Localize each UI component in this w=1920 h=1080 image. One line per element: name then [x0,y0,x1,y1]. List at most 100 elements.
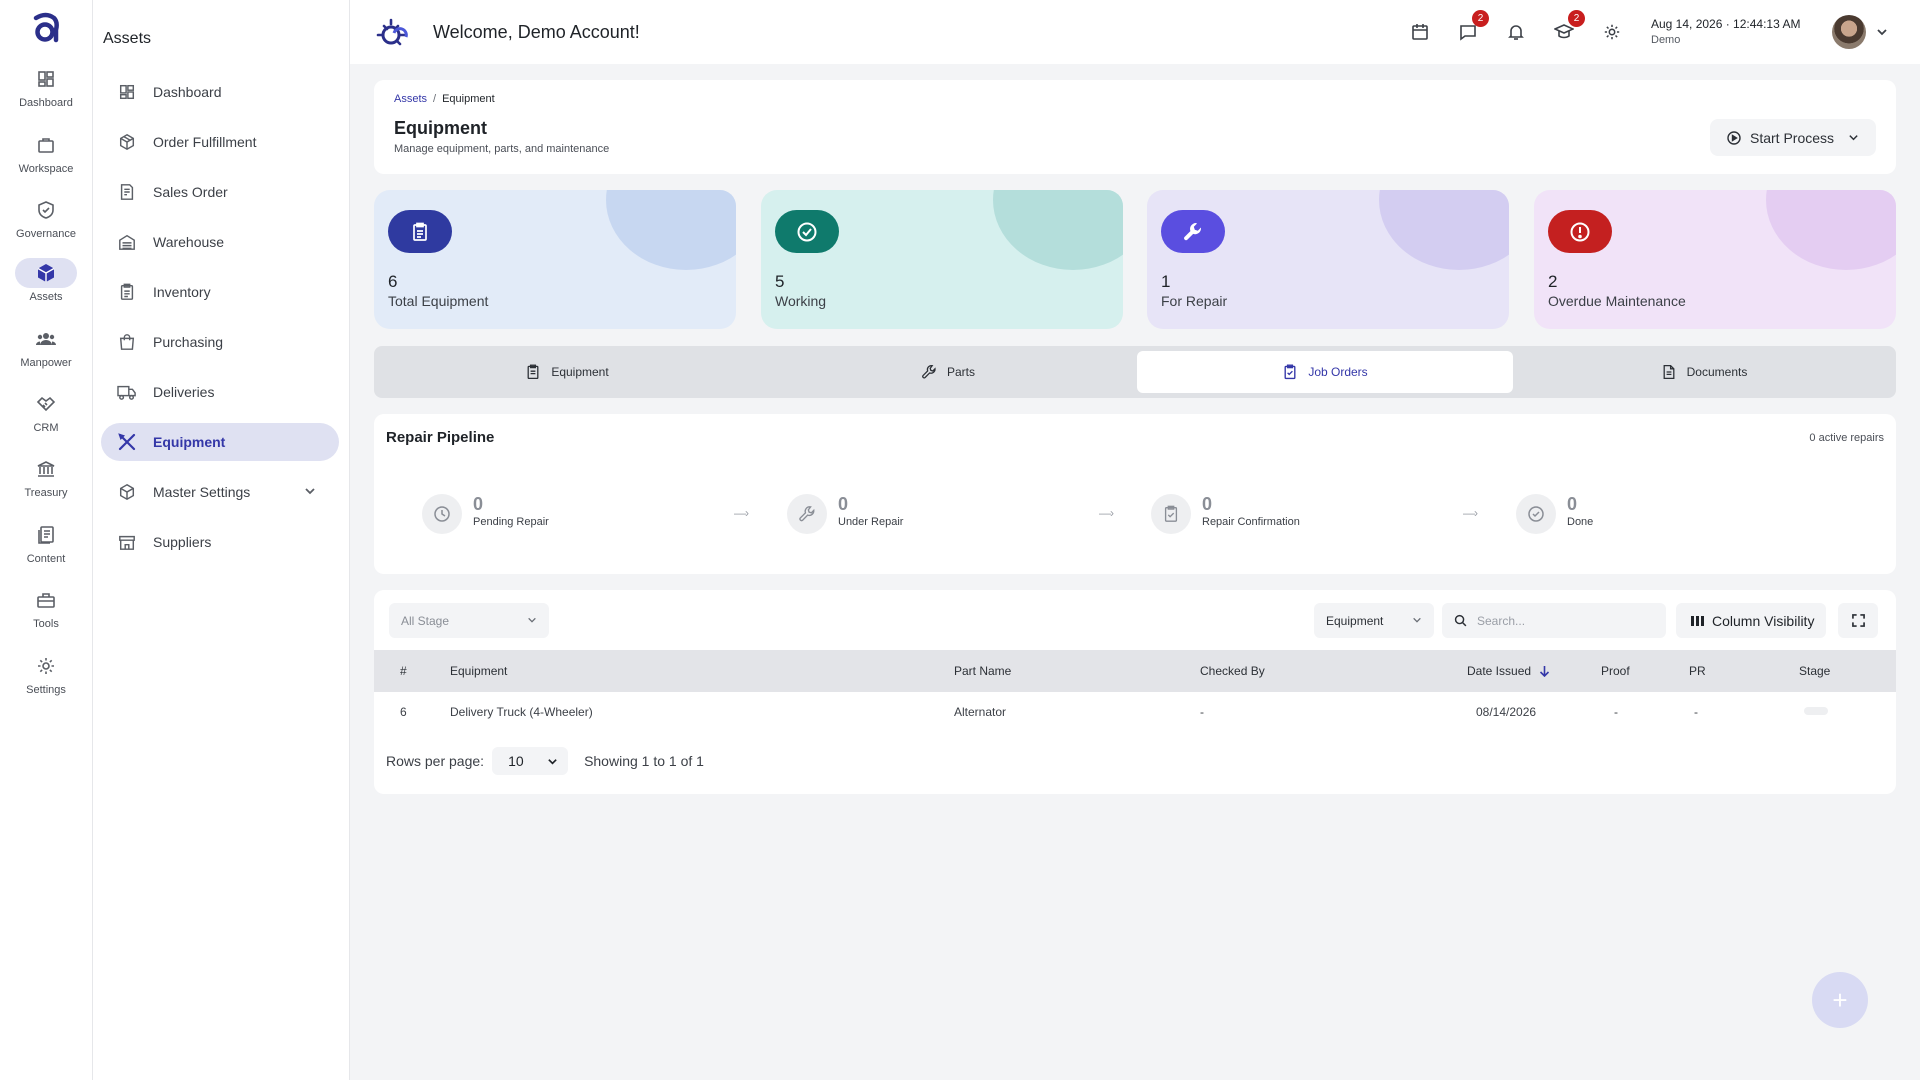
stage-count: 0 [838,494,849,514]
dashboard-icon [116,81,138,103]
rail-item-governance[interactable]: Governance [0,195,92,247]
sidebar-item-label: Sales Order [153,184,228,200]
pipeline-stage-repair-confirmation: 0 Repair Confirmation [1151,494,1300,534]
chevron-down-icon[interactable] [1876,26,1888,38]
graduation-cap-icon[interactable]: 2 [1552,10,1585,44]
sidebar-item-order-fulfillment[interactable]: Order Fulfillment [101,123,339,161]
page-title: Equipment [394,118,487,138]
clock-icon [422,494,462,534]
stat-card-overdue-maintenance[interactable]: 2 Overdue Maintenance [1534,190,1896,329]
avatar[interactable] [1832,15,1866,49]
tab-label: Job Orders [1308,365,1368,379]
bell-icon[interactable] [1504,20,1528,44]
dashboard-icon [15,64,77,94]
search-input[interactable] [1477,613,1647,628]
breadcrumb-assets-link[interactable]: Assets [394,93,427,105]
tab-job-orders[interactable]: Job Orders [1137,351,1513,393]
stat-card-for-repair[interactable]: 1 For Repair [1147,190,1509,329]
stage-count: 0 [1202,494,1213,514]
top-header: Welcome, Demo Account! 2 2 Aug 14, 2026 … [350,0,1920,64]
sidebar-item-label: Equipment [153,434,226,450]
rail-label: Governance [16,228,76,240]
columns-icon [1691,615,1704,627]
stat-card-working[interactable]: 5 Working [761,190,1123,329]
start-process-button[interactable]: Start Process [1710,119,1876,156]
page-header-card: Assets / Equipment Equipment Manage equi… [374,80,1896,174]
sidebar-item-purchasing[interactable]: Purchasing [101,323,339,361]
tab-equipment[interactable]: Equipment [379,351,755,393]
fullscreen-button[interactable] [1838,603,1878,638]
rail-label: Workspace [18,163,74,175]
messages-icon[interactable]: 2 [1456,10,1489,44]
wrench-icon [1161,210,1225,253]
tab-documents[interactable]: Documents [1516,351,1892,393]
sidebar-item-equipment[interactable]: Equipment [101,423,339,461]
cell-proof: - [1614,705,1618,719]
pipeline-arrow-icon: —› [1099,506,1114,520]
clipboard-icon [388,210,452,253]
stat-value: 5 [775,272,785,291]
rail-item-tools[interactable]: Tools [0,585,92,637]
rail-item-crm[interactable]: CRM [0,389,92,441]
calendar-icon[interactable] [1408,20,1432,44]
stat-label: Overdue Maintenance [1548,293,1686,309]
app-logo-icon[interactable] [28,10,64,46]
add-fab-button[interactable]: + [1812,972,1868,1028]
table-row[interactable]: 6 Delivery Truck (4-Wheeler) Alternator … [374,692,1896,732]
column-header-pr[interactable]: PR [1689,664,1706,678]
stage-filter-select[interactable]: All Stage [389,603,549,638]
column-header-part-name[interactable]: Part Name [954,664,1011,678]
rail-label: Manpower [20,357,72,369]
cell-date-issued: 08/14/2026 [1476,705,1537,719]
sidebar-item-suppliers[interactable]: Suppliers [101,523,339,561]
pipeline-title: Repair Pipeline [386,429,495,446]
cell-equipment: Delivery Truck (4-Wheeler) [450,705,593,719]
rail-label: Settings [26,684,66,696]
search-box [1442,603,1666,638]
cell-pr: - [1694,705,1698,719]
table-header: # Equipment Part Name Checked By Date Is… [374,650,1896,692]
type-filter-select[interactable]: Equipment [1314,603,1434,638]
briefcase-icon [15,130,77,160]
sidebar-item-warehouse[interactable]: Warehouse [101,223,339,261]
column-visibility-button[interactable]: Column Visibility [1676,603,1826,638]
sidebar-item-deliveries[interactable]: Deliveries [101,373,339,411]
stat-value: 1 [1161,272,1171,291]
gear-icon[interactable] [1600,20,1624,44]
sidebar-item-label: Deliveries [153,384,215,400]
rail-item-settings[interactable]: Settings [0,651,92,703]
stat-card-total-equipment[interactable]: 6 Total Equipment [374,190,736,329]
rail-item-workspace[interactable]: Workspace [0,130,92,182]
tab-parts[interactable]: Parts [760,351,1136,393]
column-header-checked-by[interactable]: Checked By [1200,664,1265,678]
chevron-down-icon [1848,132,1859,143]
column-header-stage[interactable]: Stage [1799,664,1830,678]
sidebar-item-master-settings[interactable]: Master Settings [101,473,339,511]
rail-item-manpower[interactable]: Manpower [0,324,92,376]
sidebar-item-dashboard[interactable]: Dashboard [101,73,339,111]
card-decoration [1379,190,1509,270]
messages-badge: 2 [1472,10,1489,27]
chevron-down-icon[interactable] [303,484,317,498]
column-header-number[interactable]: # [400,664,407,678]
column-header-proof[interactable]: Proof [1601,664,1630,678]
sidebar-item-sales-order[interactable]: Sales Order [101,173,339,211]
tab-label: Documents [1686,365,1748,379]
rail-item-assets[interactable]: Assets [0,258,92,310]
rows-per-page-select[interactable]: 10 [492,747,569,775]
rail-item-dashboard[interactable]: Dashboard [0,64,92,116]
stat-value: 6 [388,272,398,291]
column-visibility-label: Column Visibility [1712,612,1815,629]
breadcrumb-current: Equipment [442,93,495,105]
pipeline-arrow-icon: —› [734,506,749,520]
rail-item-treasury[interactable]: Treasury [0,454,92,506]
column-header-date-issued[interactable]: Date Issued [1467,664,1550,678]
rail-item-content[interactable]: Content [0,520,92,572]
sidebar-item-label: Master Settings [153,484,251,500]
alert-circle-icon [1548,210,1612,253]
cube-outline-icon [116,481,138,503]
stage-count: 0 [1567,494,1578,514]
sidebar-item-inventory[interactable]: Inventory [101,273,339,311]
column-header-equipment[interactable]: Equipment [450,664,507,678]
tab-label: Equipment [551,365,609,379]
